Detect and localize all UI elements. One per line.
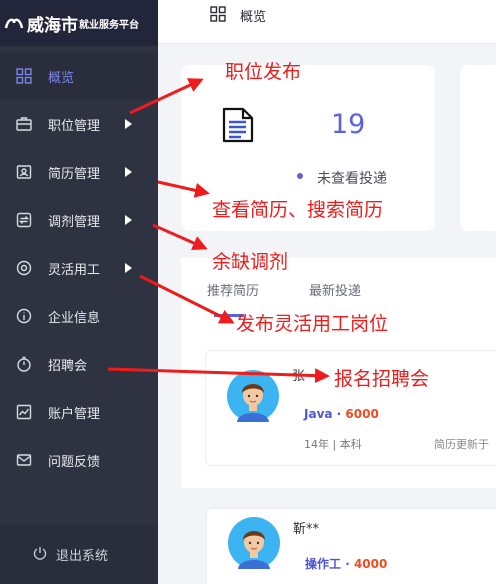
annotation-arrow bbox=[157, 180, 210, 198]
annotation-arrow bbox=[139, 274, 235, 324]
annotation-view-search-resumes: 查看简历、搜索简历 bbox=[212, 199, 384, 221]
annotation-arrow bbox=[107, 367, 330, 384]
annotation-arrow bbox=[129, 78, 204, 115]
annotation-arrow bbox=[152, 223, 208, 251]
annotation-flexible-posting: 发布灵活用工岗位 bbox=[236, 313, 389, 335]
annotation-job-posting: 职位发布 bbox=[225, 61, 302, 83]
annotation-surplus-shortage: 余缺调剂 bbox=[212, 251, 289, 273]
annotation-job-fair-signup: 报名招聘会 bbox=[334, 368, 430, 390]
annotation-arrows bbox=[107, 78, 330, 384]
